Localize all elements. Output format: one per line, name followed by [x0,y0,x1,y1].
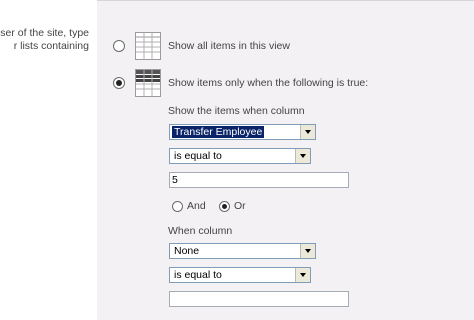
show-all-radio[interactable] [113,40,125,52]
or-label: Or [234,200,246,212]
filter2-operator-select[interactable]: is equal to [169,267,311,283]
filter2-column-value: None [174,245,200,257]
show-filtered-label: Show items only when the following is tr… [168,77,369,89]
filter1-operator-select[interactable]: is equal to [169,148,311,164]
filter2-value-input[interactable] [169,291,349,307]
description-line-1: ser of the site, type [0,27,89,39]
description-line-2: r lists containing [13,40,89,52]
filter1-value-text: 5 [172,174,178,186]
chevron-down-icon[interactable] [300,244,315,258]
chevron-down-icon[interactable] [300,125,315,139]
chevron-down-icon[interactable] [295,268,310,282]
filter1-column-select[interactable]: Transfer Employee [169,124,316,140]
divider [97,0,474,1]
filter1-value-input[interactable]: 5 [169,172,349,188]
table-icon [135,32,161,63]
filter1-heading: Show the items when column [168,105,305,117]
show-filtered-radio[interactable] [113,77,125,89]
and-label: And [187,200,206,212]
filter1-column-value: Transfer Employee [172,126,265,138]
chevron-down-icon[interactable] [295,149,310,163]
or-radio[interactable] [219,201,230,212]
and-radio[interactable] [172,201,183,212]
filter1-operator-value: is equal to [174,150,222,162]
filter2-heading: When column [168,225,233,237]
filtered-table-icon [135,69,161,100]
section-description: ser of the site, type r lists containing [0,0,97,320]
filter2-column-select[interactable]: None [169,243,316,259]
filter2-operator-value: is equal to [174,269,222,281]
show-all-label: Show all items in this view [168,40,290,52]
